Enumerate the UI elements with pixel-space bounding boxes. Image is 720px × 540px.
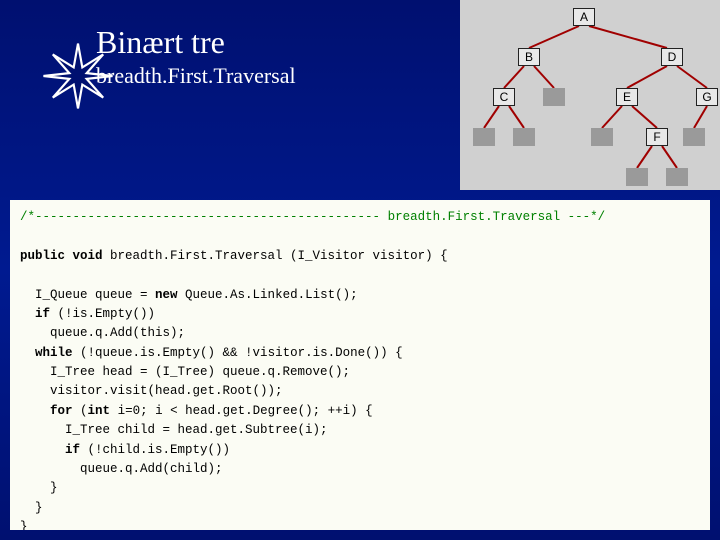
code-line: if (!is.Empty()) — [20, 307, 155, 321]
tree-node-A: A — [573, 8, 595, 26]
tree-node-F: F — [646, 128, 668, 146]
tree-node-blank — [473, 128, 495, 146]
title-block: Binært tre breadth.First.Traversal — [96, 24, 296, 89]
code-line: } — [20, 520, 28, 530]
tree-node-blank — [513, 128, 535, 146]
tree-node-E: E — [616, 88, 638, 106]
tree-diagram: A B D C E G F — [460, 0, 720, 190]
tree-node-blank — [626, 168, 648, 186]
code-line: if (!child.is.Empty()) — [20, 443, 230, 457]
code-line: I_Tree child = head.get.Subtree(i); — [20, 423, 328, 437]
code-line: public void breadth.First.Traversal (I_V… — [20, 249, 448, 263]
code-line: for (int i=0; i < head.get.Degree(); ++i… — [20, 404, 373, 418]
tree-node-blank — [666, 168, 688, 186]
page-title: Binært tre — [96, 24, 296, 61]
tree-node-B: B — [518, 48, 540, 66]
code-line: I_Queue queue = new Queue.As.Linked.List… — [20, 288, 358, 302]
tree-node-blank — [683, 128, 705, 146]
tree-node-G: G — [696, 88, 718, 106]
tree-node-C: C — [493, 88, 515, 106]
code-line: visitor.visit(head.get.Root()); — [20, 384, 283, 398]
code-line: queue.q.Add(this); — [20, 326, 185, 340]
tree-node-D: D — [661, 48, 683, 66]
slide: Binært tre breadth.First.Traversal — [0, 0, 720, 540]
tree-node-blank — [543, 88, 565, 106]
code-line: /*--------------------------------------… — [20, 210, 605, 224]
tree-node-blank — [591, 128, 613, 146]
code-line: queue.q.Add(child); — [20, 462, 223, 476]
code-line: } — [20, 481, 58, 495]
code-line: } — [20, 501, 43, 515]
code-line: while (!queue.is.Empty() && !visitor.is.… — [20, 346, 403, 360]
code-line: I_Tree head = (I_Tree) queue.q.Remove(); — [20, 365, 350, 379]
code-block: /*--------------------------------------… — [10, 200, 710, 530]
page-subtitle: breadth.First.Traversal — [96, 63, 296, 89]
